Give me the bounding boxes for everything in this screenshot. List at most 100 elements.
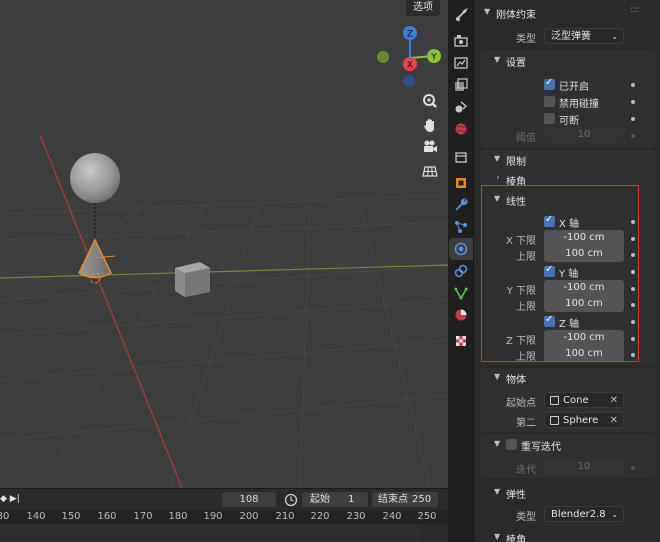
constraint-type-dropdown[interactable]: 泛型弹簧 ⌄: [544, 28, 624, 44]
z-axis-checkbox[interactable]: [544, 314, 555, 327]
tick-label: 140: [26, 511, 46, 522]
3d-viewport[interactable]: 选项 Z Y X: [0, 0, 448, 488]
y-upper-field[interactable]: 100 cm: [544, 296, 624, 312]
clear-icon[interactable]: ✕: [610, 393, 618, 409]
view-layer-icon[interactable]: [449, 74, 473, 96]
override-iterations-checkbox[interactable]: [506, 439, 517, 450]
keyframe-dot[interactable]: [631, 353, 635, 357]
keyframe-dot[interactable]: [631, 270, 635, 274]
override-iterations-header[interactable]: ▼ 重写迭代: [474, 435, 660, 455]
disable-collisions-label: 禁用碰撞: [559, 99, 599, 110]
z-lower-field[interactable]: -100 cm: [544, 330, 624, 346]
current-frame-field[interactable]: 108: [222, 492, 276, 507]
timeline-ruler[interactable]: 80 140 150 160 170 180 190 200 210 220 2…: [0, 510, 448, 524]
zoom-icon[interactable]: [418, 90, 442, 112]
angular-title: 棱角: [506, 177, 526, 188]
start-frame-field[interactable]: 起始 1: [302, 492, 368, 507]
keyframe-dot[interactable]: [631, 337, 635, 341]
first-object-label: 起始点: [506, 398, 536, 409]
end-frame-field[interactable]: 结束点 250: [372, 492, 438, 507]
linear-title: 线性: [506, 197, 526, 208]
grid-icon[interactable]: [418, 160, 442, 182]
object-icon[interactable]: [449, 172, 473, 194]
iterations-label: 迭代: [516, 465, 536, 476]
settings-header[interactable]: ▼ 设置: [474, 51, 660, 71]
tick-label: 180: [168, 511, 188, 522]
scene-icon[interactable]: [449, 96, 473, 118]
x-axis-checkbox[interactable]: [544, 214, 555, 227]
type-value: 泛型弹簧: [551, 31, 591, 42]
first-object-row: 起始点 Cone ✕: [474, 391, 660, 411]
modifier-icon[interactable]: [449, 194, 473, 216]
keyframe-dot[interactable]: [631, 134, 635, 138]
tick-label: 200: [239, 511, 259, 522]
spring-type-dropdown[interactable]: Blender2.8 ⌄: [544, 506, 624, 522]
springs-angular-title: 棱角: [506, 535, 526, 542]
view-options-button[interactable]: 选项: [406, 0, 440, 16]
x-axis-label: X 轴: [559, 219, 580, 230]
keyframe-dot[interactable]: [631, 466, 635, 470]
second-object-field[interactable]: Sphere ✕: [544, 412, 624, 428]
y-axis-checkbox[interactable]: [544, 264, 555, 277]
y-axis-label: Y 轴: [559, 269, 579, 280]
first-object-field[interactable]: Cone ✕: [544, 392, 624, 408]
drag-handle-icon[interactable]: ::::: [630, 5, 639, 15]
keyframe-dot[interactable]: [631, 320, 635, 324]
particles-icon[interactable]: [449, 216, 473, 238]
keyframe-dot[interactable]: [631, 220, 635, 224]
keyframe-dot[interactable]: [631, 253, 635, 257]
hand-icon[interactable]: [418, 114, 442, 136]
keyframe-dot[interactable]: [631, 83, 635, 87]
data-icon[interactable]: [449, 282, 473, 304]
end-label: 结束点: [378, 494, 408, 505]
properties-panel[interactable]: ▼ 刚体约束 :::: 类型 泛型弹簧 ⌄ ▼ 设置 已开启 禁用碰撞 可断 阈…: [474, 0, 660, 542]
springs-header[interactable]: ▼ 弹性: [474, 483, 660, 503]
neg-y-handle[interactable]: [377, 51, 389, 63]
render-icon[interactable]: [449, 30, 473, 52]
y-lower-field[interactable]: -100 cm: [544, 280, 624, 296]
constraints-icon[interactable]: [449, 260, 473, 282]
enabled-checkbox[interactable]: [544, 77, 555, 90]
first-object-value: Cone: [563, 395, 589, 406]
keyframe-dot[interactable]: [631, 100, 635, 104]
breakable-checkbox[interactable]: [544, 113, 555, 124]
neg-z-handle[interactable]: [403, 75, 415, 87]
jump-end-icon[interactable]: ◆ ▶|: [0, 494, 20, 504]
x-upper-field[interactable]: 100 cm: [544, 246, 624, 262]
z-upper-field[interactable]: 100 cm: [544, 346, 624, 362]
sphere-object[interactable]: [70, 153, 120, 203]
physics-icon[interactable]: [449, 238, 473, 260]
texture-icon[interactable]: [449, 330, 473, 352]
cube-object[interactable]: [175, 262, 210, 297]
clear-icon[interactable]: ✕: [610, 413, 618, 429]
camera-icon[interactable]: [418, 136, 442, 158]
object-icon: [550, 396, 559, 405]
threshold-field[interactable]: 10: [544, 127, 624, 143]
chevron-down-icon: ▼: [494, 55, 501, 64]
tick-label: 190: [203, 511, 223, 522]
limits-header[interactable]: ▼ 限制: [474, 150, 660, 170]
x-upper-label: 上限: [516, 252, 536, 263]
objects-header[interactable]: ▼ 物体: [474, 368, 660, 388]
linear-header[interactable]: ▼ 线性: [474, 190, 660, 210]
keyframe-dot[interactable]: [631, 237, 635, 241]
collection-icon[interactable]: [449, 146, 473, 168]
navigation-gizmo[interactable]: Z Y X: [374, 22, 446, 90]
keyframe-dot[interactable]: [631, 303, 635, 307]
timeline-track[interactable]: [0, 524, 448, 542]
disable-collisions-checkbox[interactable]: [544, 96, 555, 107]
clock-icon[interactable]: [284, 493, 298, 507]
x-lower-field[interactable]: -100 cm: [544, 230, 624, 246]
angular-header[interactable]: › 棱角: [474, 170, 660, 190]
springs-angular-header[interactable]: ▼ 棱角: [474, 528, 660, 542]
world-icon[interactable]: [449, 118, 473, 140]
material-icon[interactable]: [449, 304, 473, 326]
iterations-field[interactable]: 10: [544, 459, 624, 475]
keyframe-dot[interactable]: [631, 287, 635, 291]
output-icon[interactable]: [449, 52, 473, 74]
keyframe-dot[interactable]: [631, 117, 635, 121]
tick-label: 240: [382, 511, 402, 522]
tool-icon[interactable]: [449, 4, 473, 26]
rigid-body-constraint-header[interactable]: ▼ 刚体约束 ::::: [474, 3, 660, 23]
tick-label: 160: [97, 511, 117, 522]
